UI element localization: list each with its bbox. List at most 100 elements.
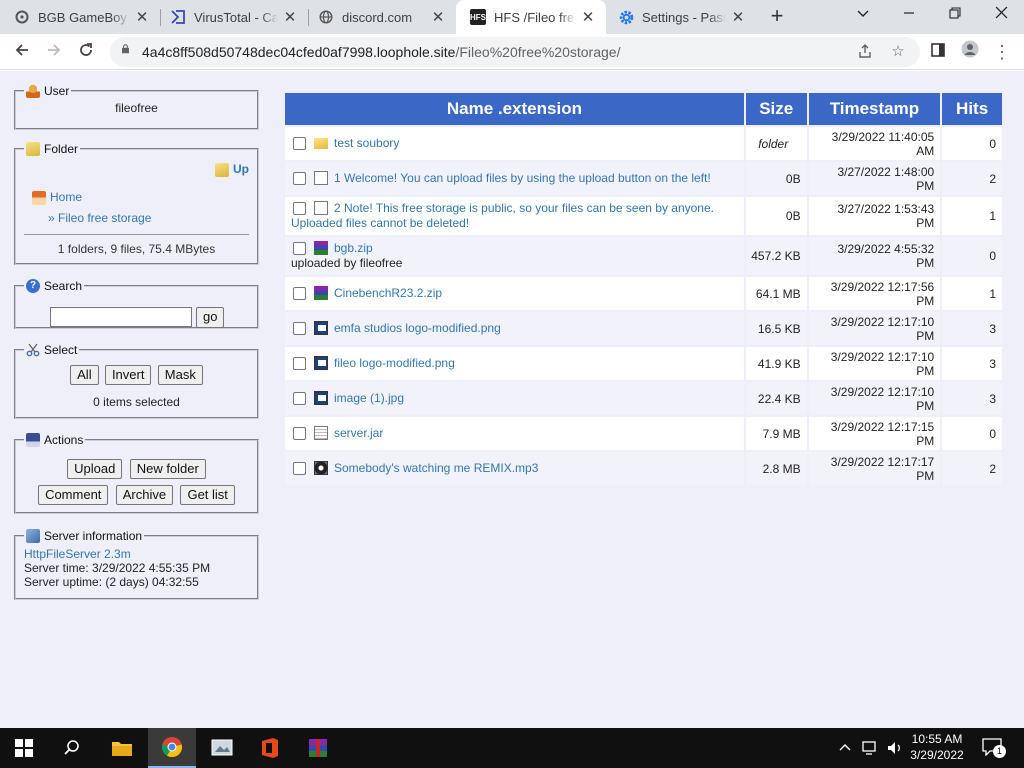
file-link[interactable]: 2 Note! This free storage is public, so …: [334, 201, 714, 215]
search-go-button[interactable]: go: [196, 307, 225, 328]
archive-button[interactable]: Archive: [115, 485, 174, 505]
file-link[interactable]: emfa studios logo-modified.png: [334, 321, 501, 335]
get-list-button[interactable]: Get list: [180, 485, 235, 505]
file-link[interactable]: bgb.zip: [334, 241, 373, 255]
row-checkbox[interactable]: [293, 172, 306, 186]
row-checkbox[interactable]: [293, 322, 306, 336]
timestamp-line-1: 3/29/2022 11:40:05: [831, 129, 935, 144]
reload-button[interactable]: [72, 38, 100, 66]
bookmark-star-icon[interactable]: ☆: [888, 43, 908, 63]
lock-icon: [122, 44, 129, 54]
network-icon[interactable]: [862, 740, 880, 756]
row-checkbox[interactable]: [293, 137, 306, 151]
screenshot-tool-icon[interactable]: [198, 728, 246, 768]
office-icon[interactable]: [246, 728, 294, 768]
tab-strip: BGB GameBoy E ✕ VirusTotal - Cap ✕ disco…: [0, 0, 1024, 34]
menu-kebab-icon[interactable]: ⋮: [988, 38, 1016, 66]
close-tab-icon[interactable]: ✕: [426, 8, 450, 26]
new-tab-button[interactable]: +: [764, 4, 790, 30]
file-link[interactable]: CinebenchR23.2.zip: [334, 286, 442, 300]
share-icon[interactable]: [855, 43, 875, 63]
close-window-button[interactable]: [978, 0, 1024, 34]
home-link[interactable]: Home: [32, 190, 82, 205]
select-legend-text: Select: [44, 343, 78, 357]
file-link[interactable]: Somebody's watching me REMIX.mp3: [334, 461, 538, 475]
current-folder-link[interactable]: » Fileo free storage: [48, 211, 151, 225]
row-checkbox[interactable]: [293, 427, 306, 441]
file-icon: [314, 201, 328, 215]
hits-cell: 3: [942, 382, 1002, 415]
clock[interactable]: 10:55 AM 3/29/2022: [904, 731, 970, 763]
folder-up-icon: [215, 162, 229, 177]
row-checkbox[interactable]: [293, 462, 306, 476]
mask-button[interactable]: Mask: [157, 365, 203, 385]
row-checkbox[interactable]: [293, 202, 306, 216]
table-row: server.jar 7.9 MB 3/29/2022 12:17:15 PM 0: [285, 417, 1002, 450]
row-checkbox[interactable]: [293, 242, 306, 256]
restore-button[interactable]: [932, 0, 978, 34]
column-header-hits[interactable]: Hits: [942, 93, 1002, 125]
tray-overflow-icon[interactable]: [838, 740, 854, 756]
row-checkbox[interactable]: [293, 392, 306, 406]
server-info-panel: Server information HttpFileServer 2.3m S…: [14, 529, 259, 600]
file-note: uploaded by fileofree: [291, 256, 403, 270]
close-tab-icon[interactable]: ✕: [278, 8, 302, 26]
close-tab-icon[interactable]: ✕: [576, 8, 600, 26]
file-link[interactable]: 1 Welcome! You can upload files by using…: [334, 171, 711, 185]
browser-toolbar: 4a4c8ff508d50748dec04cfed0af7998.loophol…: [0, 34, 1024, 70]
file-link[interactable]: test soubory: [334, 136, 399, 150]
search-taskbar-icon[interactable]: [48, 728, 96, 768]
close-tab-icon[interactable]: ✕: [130, 8, 154, 26]
hfs-version-link[interactable]: HttpFileServer 2.3m: [24, 547, 249, 561]
selected-count: 0 items selected: [93, 395, 180, 409]
row-checkbox[interactable]: [293, 287, 306, 301]
side-panel-icon[interactable]: [924, 38, 952, 66]
timestamp-line-1: 3/29/2022 12:17:56: [830, 279, 935, 294]
up-link[interactable]: Up: [215, 162, 249, 177]
hits-cell: 2: [942, 452, 1002, 485]
start-button[interactable]: [0, 728, 48, 768]
row-checkbox[interactable]: [293, 357, 306, 371]
file-explorer-icon[interactable]: [98, 728, 146, 768]
table-row: bgb.zip uploaded by fileofree 457.2 KB 3/29…: [285, 237, 1002, 275]
column-header-timestamp[interactable]: Timestamp: [808, 93, 941, 125]
name-cell: server.jar: [285, 417, 744, 450]
comment-button[interactable]: Comment: [38, 485, 109, 505]
size-cell: 0B: [745, 162, 807, 195]
tab-search-button[interactable]: [840, 0, 886, 34]
column-header-size[interactable]: Size: [745, 93, 807, 125]
file-link[interactable]: fileo logo-modified.png: [334, 356, 455, 370]
volume-icon[interactable]: [886, 740, 904, 756]
address-bar[interactable]: 4a4c8ff508d50748dec04cfed0af7998.loophol…: [110, 37, 920, 67]
open-folder-icon: [26, 142, 40, 156]
minimize-button[interactable]: [886, 0, 932, 34]
new-folder-button[interactable]: New folder: [129, 459, 206, 479]
chrome-icon[interactable]: [148, 728, 196, 768]
close-tab-icon[interactable]: ✕: [726, 8, 750, 26]
hits-cell: 2: [942, 162, 1002, 195]
notification-center-icon[interactable]: 1: [982, 738, 1006, 758]
home-link-text: Home: [50, 190, 83, 204]
upload-button[interactable]: Upload: [67, 459, 123, 479]
table-row: CinebenchR23.2.zip 64.1 MB 3/29/2022 12:17…: [285, 277, 1002, 310]
timestamp-cell: 3/29/2022 12:17:17 PM: [808, 452, 941, 485]
tab-hfs[interactable]: HFS HFS /Fileo free s ✕: [456, 0, 606, 34]
image-icon: [314, 321, 328, 335]
file-link[interactable]: image (1).jpg: [334, 391, 404, 405]
timestamp-line-1: 3/29/2022 12:17:10: [830, 314, 935, 329]
select-all-button[interactable]: All: [70, 365, 99, 385]
tab-bgb[interactable]: BGB GameBoy E ✕: [0, 0, 160, 34]
profile-avatar-icon[interactable]: [956, 38, 984, 66]
column-header-name[interactable]: Name .extension: [285, 93, 744, 125]
hits-cell: 3: [942, 347, 1002, 380]
tab-discord[interactable]: discord.com ✕: [304, 0, 456, 34]
winrar-icon[interactable]: [294, 728, 342, 768]
tab-settings[interactable]: Settings - Passw ✕: [604, 0, 756, 34]
back-button[interactable]: [8, 38, 36, 66]
size-cell: 0B: [745, 197, 807, 235]
search-input[interactable]: [50, 307, 192, 327]
invert-selection-button[interactable]: Invert: [104, 365, 152, 385]
forward-button[interactable]: [40, 38, 68, 66]
tab-virustotal[interactable]: VirusTotal - Cap ✕: [156, 0, 308, 34]
file-link[interactable]: server.jar: [334, 426, 383, 440]
